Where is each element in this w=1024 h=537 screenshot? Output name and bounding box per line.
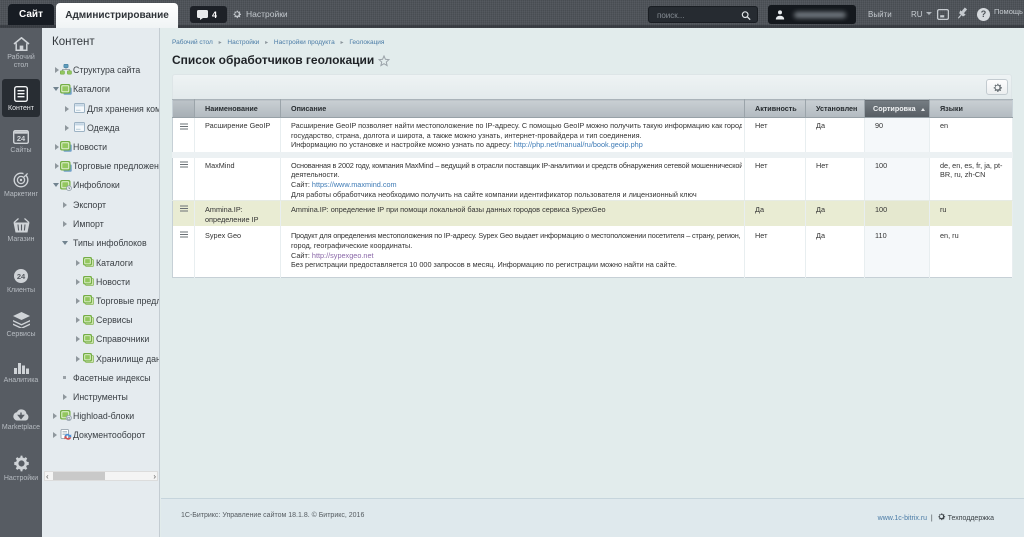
svg-text:24: 24: [17, 134, 26, 143]
svg-text:G: G: [67, 416, 71, 421]
svg-text:24: 24: [17, 272, 26, 281]
